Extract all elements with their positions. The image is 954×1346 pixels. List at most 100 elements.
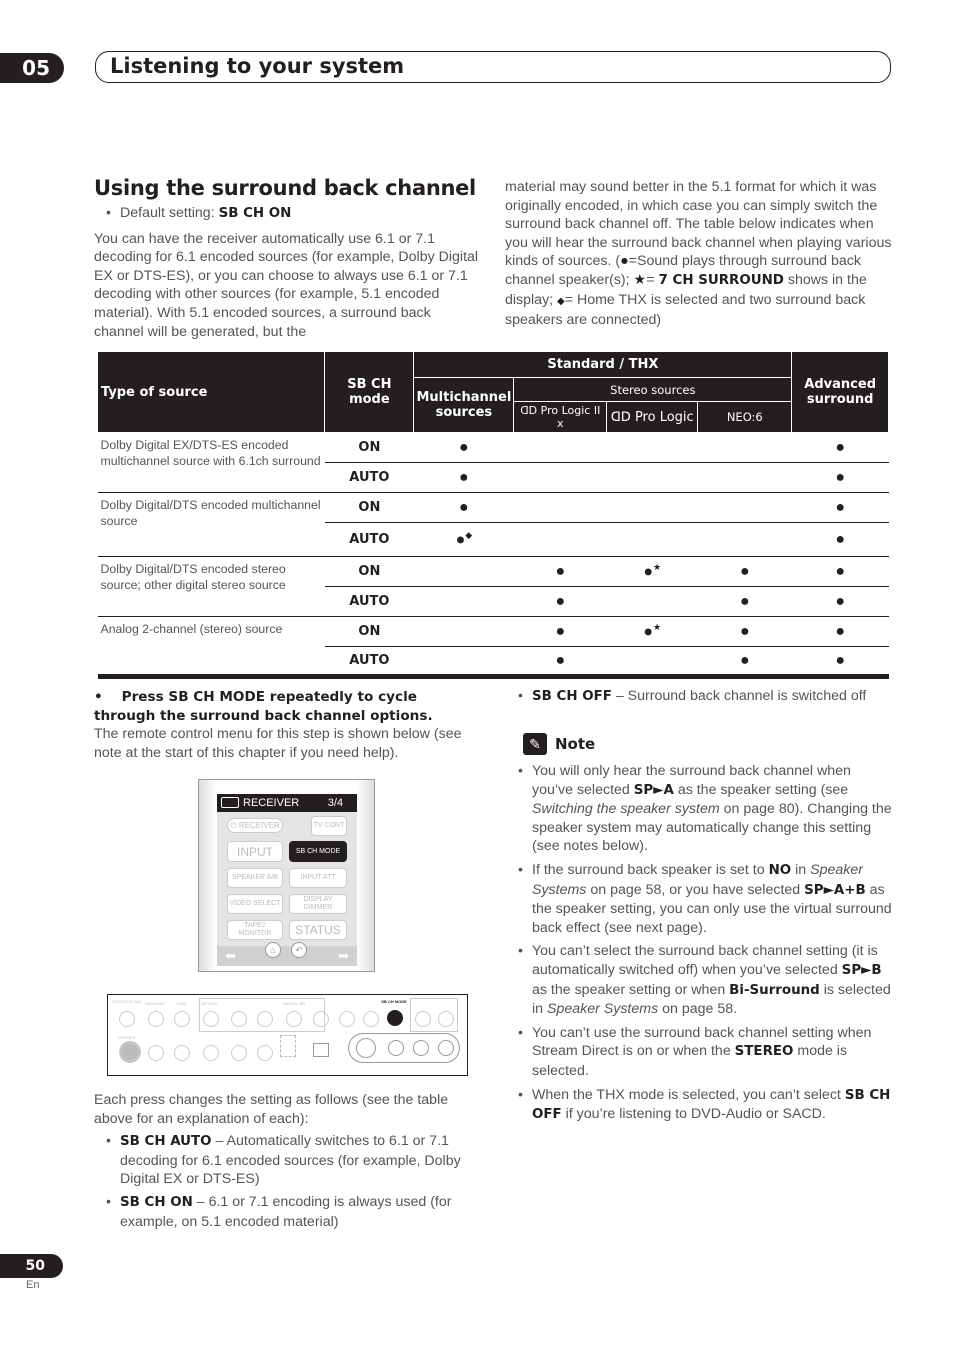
display-dimmer-button[interactable]: DISPLAY DIMMER <box>289 894 347 914</box>
plii-cell: ● <box>513 646 607 679</box>
multichannel-cell: ●◆ <box>413 522 514 557</box>
on-off-knob <box>438 1011 454 1027</box>
text: = <box>646 271 659 288</box>
mode-cell: ON <box>324 432 414 463</box>
advanced-cell: ● <box>791 556 889 587</box>
multichannel-cell <box>413 646 514 679</box>
station-plus-knob <box>363 1011 379 1027</box>
header-advanced-surround: Advanced surround <box>791 351 889 433</box>
options-intro: Each press changes the setting as follow… <box>94 1092 449 1127</box>
multichannel-cell <box>413 616 514 647</box>
left-arrow-icon[interactable]: ⬅ <box>225 948 236 964</box>
remote-bar-label: RECEIVER <box>243 797 300 809</box>
remote-screen: RECEIVER 3/4 ⏻ RECEIVER TV CONT INPUT SB… <box>217 794 357 966</box>
remote-nav-bar: ⬅ ⌂ ↶ ➡ <box>217 942 357 966</box>
plii-cell: ● <box>513 586 607 617</box>
label: Pro Logic <box>634 409 694 425</box>
back-icon[interactable]: ↶ <box>291 942 307 958</box>
tape2-monitor-button[interactable]: TAPE2 MONITOR <box>227 920 283 940</box>
header-pro-logic-iix: ᗡᗞ Pro Logic II x <box>513 401 608 433</box>
note-item: You can’t select the surround back chann… <box>518 942 893 1018</box>
tape2-monitor-knob <box>231 1045 247 1061</box>
advanced-cell: ● <box>791 432 889 463</box>
advanced-cell: ● <box>791 586 889 617</box>
minus-knob <box>231 1011 247 1027</box>
table-row: Dolby Digital EX/DTS-ES encoded multicha… <box>97 432 889 493</box>
intro-left-column: Default setting: SB CH ON You can have t… <box>94 204 479 341</box>
step-instruction: • Press SB CH MODE repeatedly to cycle t… <box>94 689 433 724</box>
star-mark-icon: ★ <box>653 561 662 572</box>
multichannel-cell: ● <box>413 492 514 523</box>
pl-cell <box>606 492 698 523</box>
default-setting: Default setting: SB CH ON <box>106 204 479 224</box>
receiver-power-button[interactable]: ⏻ RECEIVER <box>227 818 283 833</box>
source-type: Dolby Digital/DTS encoded stereo source;… <box>97 556 325 617</box>
audio-r-port <box>438 1040 454 1056</box>
advanced-cell: ● <box>791 646 889 679</box>
multichannel-cell: ● <box>413 462 514 493</box>
option-desc: – Surround back channel is switched off <box>611 688 867 704</box>
option-item: SB CH AUTO – Automatically switches to 6… <box>106 1132 484 1189</box>
header-pro-logic: ᗡᗞ Pro Logic <box>606 401 699 433</box>
multichannel-cell: ● <box>413 432 514 463</box>
speaker-ab-button[interactable]: SPEAKER A/B <box>227 868 283 888</box>
label: Pro Logic II x <box>540 404 601 430</box>
header-stereo-sources: Stereo sources <box>513 377 793 402</box>
note-title: Note <box>555 735 596 753</box>
remote-title-bar: RECEIVER 3/4 <box>217 794 357 812</box>
input-att-button[interactable]: INPUT ATT <box>289 868 347 888</box>
neo6-cell <box>697 462 792 493</box>
star-mark-icon: ★ <box>653 621 662 632</box>
phones-jack <box>119 1041 141 1063</box>
neo6-cell <box>697 522 792 557</box>
t: SP►A <box>633 782 674 798</box>
status-button[interactable]: STATUS <box>289 920 347 940</box>
front-panel-illustration: ACOUSTIC CAL MIDNIGHT TONE OPTION DIGITA… <box>107 994 468 1076</box>
chapter-title: Listening to your system <box>95 51 891 83</box>
options-block: Each press changes the setting as follow… <box>94 1091 484 1231</box>
sb-ch-mode-button[interactable]: SB CH MODE <box>289 841 347 862</box>
pl-cell <box>606 462 698 493</box>
advanced-cell: ● <box>791 492 889 523</box>
pl-cell <box>606 646 698 679</box>
plii-cell <box>513 462 607 493</box>
digital-in-port <box>313 1043 329 1057</box>
chapter-number: 05 <box>0 53 64 83</box>
note-item: When the THX mode is selected, you can’t… <box>518 1086 893 1125</box>
video-port <box>388 1040 404 1056</box>
mode-cell: AUTO <box>324 462 414 493</box>
plii-cell <box>513 522 607 557</box>
note-item: If the surround back speaker is set to N… <box>518 861 893 937</box>
control-knob <box>415 1011 431 1027</box>
dolby-logo-icon: ᗡᗞ <box>520 404 538 417</box>
right-arrow-icon[interactable]: ➡ <box>338 948 349 964</box>
input-button[interactable]: INPUT <box>227 841 283 862</box>
plii-cell <box>513 492 607 523</box>
neo6-cell <box>697 432 792 463</box>
option-item: SB CH OFF – Surround back channel is swi… <box>518 687 898 707</box>
neo6-cell: ● <box>697 556 792 587</box>
video-select-button[interactable]: VIDEO SELECT <box>227 894 283 914</box>
panel-label: OPTION <box>201 1001 217 1006</box>
pl-cell <box>606 522 698 557</box>
tv-cont-button[interactable]: TV CONT <box>311 816 347 836</box>
panel-label: PHONES <box>118 1035 136 1040</box>
mode-cell: AUTO <box>324 522 414 557</box>
option-name: SB CH AUTO <box>120 1134 212 1150</box>
table-row: Dolby Digital/DTS encoded stereo source;… <box>97 556 889 617</box>
digital-nr-knob <box>286 1011 302 1027</box>
remote-page-indicator: 3/4 <box>327 797 343 809</box>
note-list: You will only hear the surround back cha… <box>518 762 893 1125</box>
header-neo6: NEO:6 <box>697 401 793 433</box>
t: When the THX mode is selected, you can’t… <box>532 1086 845 1103</box>
home-icon[interactable]: ⌂ <box>265 942 281 958</box>
diamond-mark-icon: ◆ <box>465 529 473 540</box>
t: SP►B <box>841 962 882 978</box>
remote-control-illustration: RECEIVER 3/4 ⏻ RECEIVER TV CONT INPUT SB… <box>198 779 375 972</box>
t: Bi-Surround <box>729 982 820 998</box>
panel-label: ACOUSTIC CAL <box>112 999 142 1004</box>
t: You can’t select the surround back chann… <box>532 943 878 978</box>
sb-ch-mode-panel-button <box>387 1010 403 1026</box>
neo6-cell: ● <box>697 586 792 617</box>
source-type: Dolby Digital EX/DTS-ES encoded multicha… <box>97 432 325 493</box>
